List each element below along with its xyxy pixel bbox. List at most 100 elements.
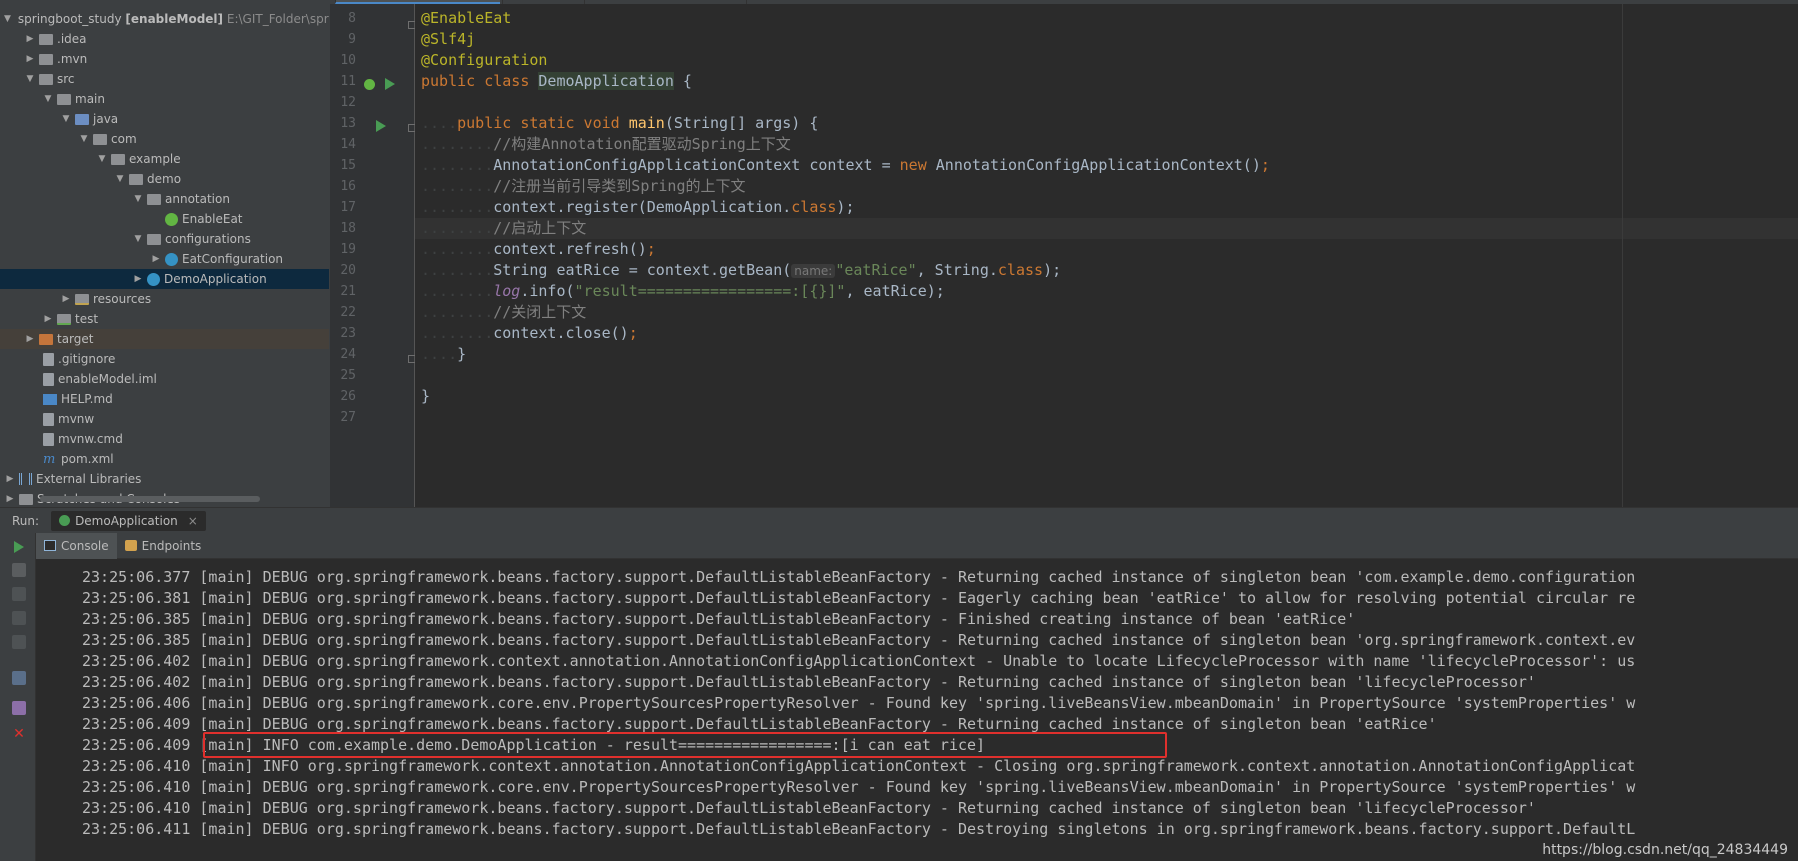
collapsed-arrow-icon[interactable]: ▶ [132,274,144,284]
line-number: 21 [340,284,356,299]
run-config-icon [59,515,71,526]
collapsed-arrow-icon[interactable]: ▶ [24,54,36,64]
library-icon [19,473,32,485]
tree-item-main[interactable]: ▼ main [0,89,329,109]
code-line-21: ........log.info("result================… [421,282,945,300]
tree-item-project-root[interactable]: ▼ springboot_study [enableModel] E:\GIT_… [0,9,329,29]
code-line-17: ........context.register(DemoApplication… [421,198,855,216]
expanded-arrow-icon[interactable]: ▼ [78,134,90,144]
tree-item-enableeat[interactable]: EnableEat [0,209,329,229]
project-horizontal-scrollbar[interactable] [40,496,260,502]
maven-icon: m [43,451,56,467]
collapsed-arrow-icon[interactable]: ▶ [42,314,54,324]
close-run-icon[interactable]: ✕ [12,727,26,741]
right-margin-guide [1622,4,1623,507]
exit-icon[interactable] [12,635,26,649]
tree-item-help-md[interactable]: HELP.md [0,389,329,409]
tree-item-src[interactable]: ▼ src [0,69,329,89]
close-icon[interactable]: × [188,514,198,528]
code-line-19: ........context.refresh(); [421,240,656,258]
tree-item-iml[interactable]: enableModel.iml [0,369,329,389]
tree-item-demoapplication[interactable]: ▶ DemoApplication [0,269,329,289]
log-line: 23:25:06.377 [main] DEBUG org.springfram… [82,568,1636,586]
run-class-icon[interactable] [385,78,395,90]
rerun-icon[interactable] [14,541,24,553]
tree-item-external-libraries[interactable]: ▶ External Libraries [0,469,329,489]
file-icon [43,352,54,366]
run-toolbar: ✕ [0,533,36,861]
settings-icon[interactable] [12,671,26,685]
tree-item-eatconfiguration[interactable]: ▶ EatConfiguration [0,249,329,269]
expanded-arrow-icon[interactable]: ▼ [114,174,126,184]
expanded-arrow-icon[interactable]: ▼ [24,74,36,84]
editor-gutter: 8 9 10 11 12 13 14 15 16 17 18 19 20 21 … [330,4,440,507]
code-editor[interactable]: @EnableEat @Slf4j @Configuration public … [415,4,1798,507]
package-icon [93,133,107,145]
run-main-icon[interactable] [376,120,386,132]
log-line: 23:25:06.402 [main] DEBUG org.springfram… [82,652,1636,670]
log-line: 23:25:06.402 [main] DEBUG org.springfram… [82,673,1536,691]
tab-console[interactable]: Console [36,532,117,559]
tree-item-target[interactable]: ▶ target [0,329,329,349]
line-number: 27 [340,410,356,425]
code-line-24: ....} [421,345,467,363]
line-number: 24 [340,347,356,362]
pause-icon[interactable] [12,587,26,601]
stop-icon[interactable] [12,563,26,577]
expanded-arrow-icon[interactable]: ▼ [132,234,144,244]
code-line-22: ........//关闭上下文 [421,303,587,321]
tree-item-com[interactable]: ▼ com [0,129,329,149]
run-tab-demoapplication[interactable]: DemoApplication × [51,510,206,531]
source-folder-icon [75,113,89,125]
tree-item-pom[interactable]: m pom.xml [0,449,329,469]
expanded-arrow-icon[interactable]: ▼ [4,14,11,24]
tree-item-mvnw[interactable]: mvnw [0,409,329,429]
file-icon [43,432,54,446]
expanded-arrow-icon[interactable]: ▼ [42,94,54,104]
tree-item-gitignore[interactable]: .gitignore [0,349,329,369]
line-number: 20 [340,263,356,278]
tree-item-annotation[interactable]: ▼ annotation [0,189,329,209]
tab-endpoints[interactable]: Endpoints [117,533,210,559]
expanded-arrow-icon[interactable]: ▼ [132,194,144,204]
parameter-hint: name: [791,264,836,278]
dump-threads-icon[interactable] [12,611,26,625]
annotation-icon [165,212,178,226]
tree-item-resources[interactable]: ▶ resources [0,289,329,309]
log-line: 23:25:06.410 [main] INFO org.springframe… [82,757,1636,775]
console-icon [44,540,56,551]
line-number: 9 [348,32,356,47]
line-number: 11 [340,74,356,89]
collapsed-arrow-icon[interactable]: ▶ [4,474,16,484]
log-line: 23:25:06.385 [main] DEBUG org.springfram… [82,610,1356,628]
code-line-23: ........context.close(); [421,324,638,342]
file-icon [43,372,54,386]
collapsed-arrow-icon[interactable]: ▶ [24,34,36,44]
expanded-arrow-icon[interactable]: ▼ [96,154,108,164]
package-icon [147,193,161,205]
log-line: 23:25:06.406 [main] DEBUG org.springfram… [82,694,1636,712]
console-output[interactable]: 23:25:06.377 [main] DEBUG org.springfram… [36,559,1798,861]
line-number: 10 [340,53,356,68]
tree-item-configurations[interactable]: ▼ configurations [0,229,329,249]
pin-icon[interactable] [12,701,26,715]
tree-item-java[interactable]: ▼ java [0,109,329,129]
run-label: Run: [12,513,40,528]
collapsed-arrow-icon[interactable]: ▶ [24,334,36,344]
run-subtabs: Console Endpoints [0,532,1798,559]
collapsed-arrow-icon[interactable]: ▶ [60,294,72,304]
tree-item-idea[interactable]: ▶ .idea [0,29,329,49]
collapsed-arrow-icon[interactable]: ▶ [150,254,162,264]
tree-item-mvnw-cmd[interactable]: mvnw.cmd [0,429,329,449]
tree-item-example[interactable]: ▼ example [0,149,329,169]
tree-item-test[interactable]: ▶ test [0,309,329,329]
code-line-8: @EnableEat [421,9,512,27]
package-icon [111,153,125,165]
expanded-arrow-icon[interactable]: ▼ [60,114,72,124]
collapsed-arrow-icon[interactable]: ▶ [4,494,16,504]
line-number: 15 [340,158,356,173]
tree-item-mvn[interactable]: ▶ .mvn [0,49,329,69]
endpoints-icon [124,540,137,551]
spring-bean-icon[interactable] [364,79,375,90]
tree-item-demo[interactable]: ▼ demo [0,169,329,189]
